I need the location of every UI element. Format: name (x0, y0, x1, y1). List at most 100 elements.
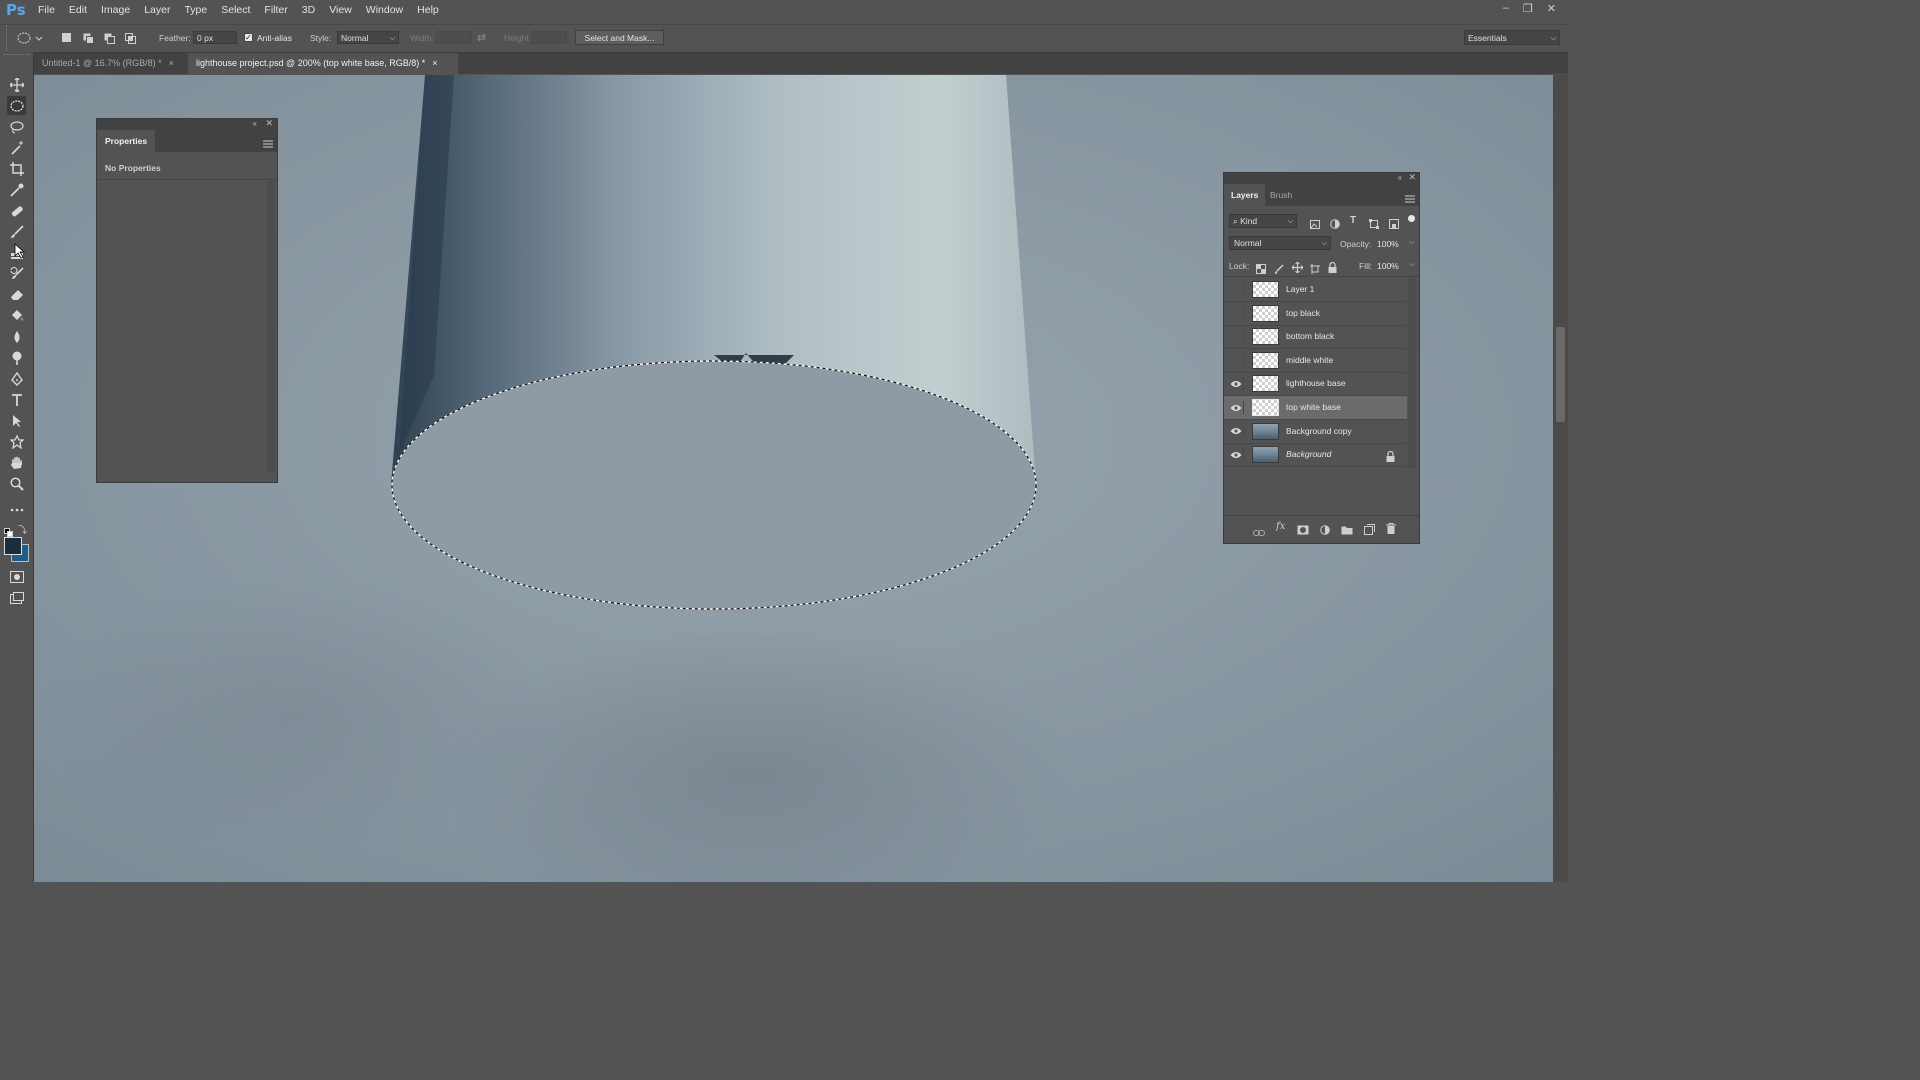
menu-help[interactable]: Help (411, 4, 447, 16)
layer-thumbnail[interactable] (1252, 375, 1279, 393)
eye-icon[interactable] (1229, 377, 1244, 391)
mask-icon[interactable] (1297, 522, 1309, 540)
healing-brush-tool[interactable] (7, 201, 26, 220)
dodge-tool[interactable] (7, 348, 26, 367)
more-tools[interactable] (7, 500, 26, 519)
elliptical-marquee-tool[interactable] (7, 96, 26, 115)
add-selection-icon[interactable] (83, 32, 95, 50)
layer-name[interactable]: Layer 1 (1286, 284, 1314, 294)
layer-thumbnail[interactable] (1252, 351, 1279, 369)
layer-name[interactable]: middle white (1286, 355, 1333, 365)
close-icon[interactable]: ✕ (265, 118, 273, 129)
menu-edit[interactable]: Edit (63, 4, 95, 16)
opacity-value[interactable]: 100% (1377, 239, 1399, 249)
visibility-toggle[interactable] (1229, 353, 1244, 367)
restore-button[interactable]: ❐ (1523, 2, 1533, 15)
layer-thumbnail[interactable] (1252, 399, 1279, 416)
screen-mode-toggle[interactable] (7, 588, 26, 607)
antialias-checkbox[interactable]: ✓ (244, 33, 253, 42)
menu-view[interactable]: View (323, 4, 360, 16)
close-icon[interactable]: ✕ (1408, 172, 1416, 183)
subtract-selection-icon[interactable] (104, 32, 116, 50)
layer-row[interactable]: Background copy (1224, 420, 1407, 444)
layer-thumbnail[interactable] (1252, 446, 1279, 464)
vertical-scrollbar[interactable] (1553, 75, 1568, 882)
type-tool[interactable] (7, 390, 26, 409)
crop-tool[interactable] (7, 159, 26, 178)
panel-menu-icon[interactable] (263, 135, 273, 153)
layer-list-scrollbar[interactable] (1408, 278, 1416, 468)
menu-type[interactable]: Type (178, 4, 215, 16)
panel-header[interactable]: « ✕ (1224, 172, 1419, 184)
menu-window[interactable]: Window (360, 4, 411, 16)
adjustment-icon[interactable] (1320, 522, 1330, 540)
layer-row[interactable]: bottom black (1224, 325, 1407, 350)
select-and-mask-button[interactable]: Select and Mask... (575, 30, 664, 45)
new-layer-icon[interactable] (1364, 522, 1375, 540)
toolbar-grip[interactable] (4, 54, 30, 59)
foreground-color-swatch[interactable] (4, 537, 22, 555)
minimize-button[interactable]: – (1503, 2, 1509, 15)
layer-name[interactable]: top white base (1286, 402, 1341, 412)
eye-icon[interactable] (1229, 424, 1244, 438)
history-brush-tool[interactable] (7, 264, 26, 283)
layer-row[interactable]: Background (1224, 443, 1407, 468)
tab-brush[interactable]: Brush (1263, 184, 1299, 206)
quick-mask-toggle[interactable] (7, 567, 26, 586)
panel-scrollbar[interactable] (267, 181, 275, 473)
filter-type-icon[interactable]: T (1350, 215, 1356, 226)
layer-name[interactable]: Background (1286, 449, 1331, 459)
tab-untitled[interactable]: Untitled-1 @ 16.7% (RGB/8) * × (34, 53, 187, 74)
folder-icon[interactable] (1341, 522, 1353, 540)
layer-name[interactable]: Background copy (1286, 426, 1352, 436)
collapse-icon[interactable]: « (1398, 173, 1402, 182)
menu-select[interactable]: Select (215, 4, 258, 16)
layer-row[interactable]: top black (1224, 302, 1407, 326)
close-window-button[interactable]: ✕ (1547, 2, 1556, 15)
filter-pixel-icon[interactable] (1310, 216, 1320, 234)
visibility-toggle[interactable] (1229, 306, 1244, 320)
menu-file[interactable]: File (32, 4, 63, 16)
tab-layers[interactable]: Layers (1224, 184, 1266, 206)
tab-properties[interactable]: Properties (97, 130, 156, 152)
collapse-icon[interactable]: « (253, 119, 257, 128)
layer-row[interactable]: lighthouse base (1224, 372, 1407, 397)
layer-name[interactable]: top black (1286, 308, 1320, 318)
layer-row[interactable]: Layer 1 (1224, 278, 1407, 302)
swap-colors-icon[interactable]: ⤵ (18, 523, 27, 536)
layer-name[interactable]: lighthouse base (1286, 378, 1346, 388)
pen-tool[interactable] (7, 369, 26, 388)
fill-value[interactable]: 100% (1377, 261, 1399, 271)
layer-thumbnail[interactable] (1252, 304, 1279, 322)
layer-row[interactable]: top white base (1224, 396, 1407, 420)
visibility-toggle[interactable] (1229, 330, 1244, 344)
intersect-selection-icon[interactable] (125, 32, 137, 50)
layer-thumbnail[interactable] (1252, 281, 1279, 298)
menu-image[interactable]: Image (95, 4, 138, 16)
link-icon[interactable] (1253, 524, 1265, 542)
eye-icon[interactable] (1229, 448, 1244, 462)
filter-toggle-icon[interactable] (1408, 215, 1415, 222)
new-selection-icon[interactable] (62, 33, 71, 42)
custom-shape-tool[interactable] (7, 432, 26, 451)
eyedropper-tool[interactable] (7, 180, 26, 199)
scrollbar-thumb[interactable] (1556, 327, 1565, 422)
menu-3d[interactable]: 3D (296, 4, 323, 16)
panel-header[interactable]: « ✕ (97, 118, 277, 130)
menu-layer[interactable]: Layer (138, 4, 178, 16)
chevron-down-icon[interactable]: ⌵ (1409, 261, 1414, 269)
layer-row[interactable]: middle white (1224, 349, 1407, 373)
eraser-tool[interactable] (7, 285, 26, 304)
visibility-toggle[interactable] (1229, 283, 1244, 296)
chevron-down-icon[interactable]: ⌵ (1409, 239, 1414, 247)
tab-lighthouse-project[interactable]: lighthouse project.psd @ 200% (top white… (188, 53, 458, 74)
zoom-tool[interactable] (7, 474, 26, 493)
workspace-select[interactable]: Essentials ⌵ (1464, 30, 1560, 45)
menu-filter[interactable]: Filter (258, 4, 295, 16)
feather-input[interactable]: 0 px (193, 31, 237, 44)
filter-kind-select[interactable]: ⌕ Kind ⌵ (1229, 214, 1297, 228)
paint-bucket-tool[interactable] (7, 306, 26, 325)
eye-icon[interactable] (1229, 401, 1244, 414)
close-icon[interactable]: × (169, 58, 174, 68)
brush-tool[interactable] (7, 222, 26, 241)
